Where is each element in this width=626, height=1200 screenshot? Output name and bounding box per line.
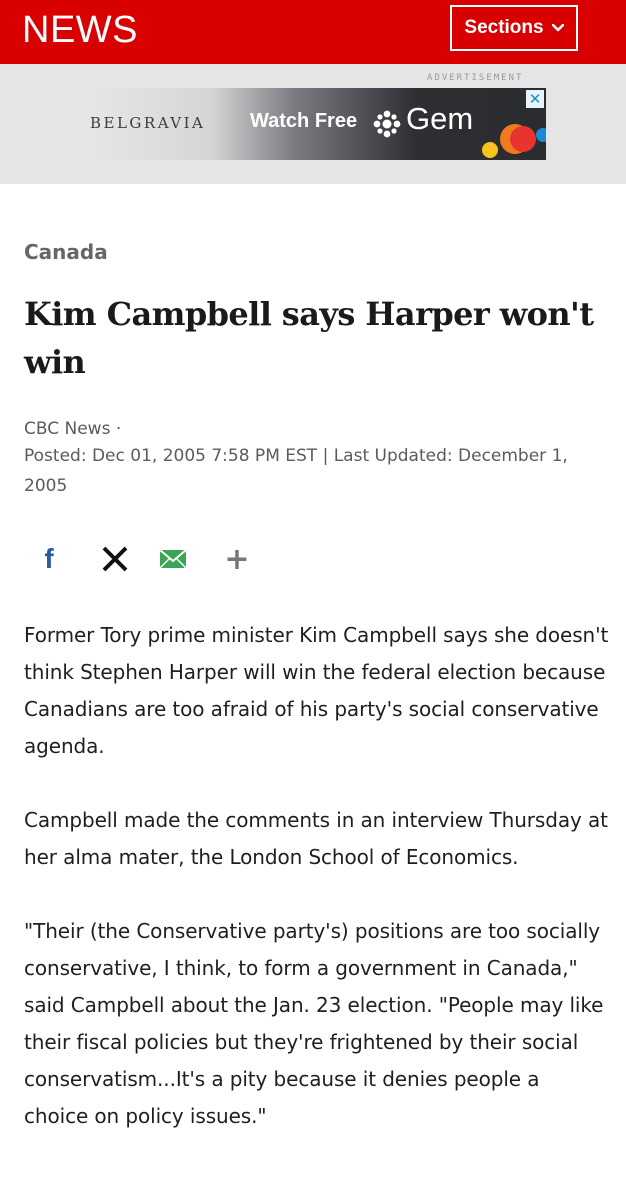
site-header: NEWS Sections bbox=[0, 0, 626, 64]
article-headline: Kim Campbell says Harper won't win bbox=[24, 295, 594, 381]
plus-icon[interactable]: + bbox=[224, 540, 250, 578]
ad-decor-dot bbox=[510, 126, 536, 152]
article-dates: Posted: Dec 01, 2005 7:58 PM EST | Last … bbox=[24, 446, 568, 496]
article-paragraph: Former Tory prime minister Kim Campbell … bbox=[24, 623, 609, 758]
x-icon[interactable] bbox=[98, 540, 132, 578]
sections-button[interactable]: Sections bbox=[450, 5, 578, 51]
advertisement-label: ADVERTISEMENT bbox=[427, 73, 524, 83]
facebook-icon[interactable]: f bbox=[34, 540, 64, 578]
ad-watch-free-text: Watch Free bbox=[250, 110, 358, 132]
ad-belgravia-text: BELGRAVIA bbox=[90, 114, 206, 132]
article-paragraph: Campbell made the comments in an intervi… bbox=[24, 808, 608, 869]
close-icon[interactable]: ✕ bbox=[526, 90, 544, 108]
chevron-down-icon bbox=[551, 24, 564, 32]
sections-label: Sections bbox=[464, 17, 544, 38]
share-bar: f + bbox=[34, 540, 274, 580]
ad-gem-text: Gem bbox=[406, 101, 474, 136]
article-body: Former Tory prime minister Kim Campbell … bbox=[24, 617, 609, 1172]
ad-decor-dot bbox=[536, 128, 546, 142]
cbc-gem-icon bbox=[373, 110, 401, 138]
article-paragraph: "Their (the Conservative party's) positi… bbox=[24, 919, 604, 1128]
article-category[interactable]: Canada bbox=[24, 240, 108, 264]
news-logo[interactable]: NEWS bbox=[22, 8, 138, 52]
email-icon[interactable] bbox=[158, 540, 188, 578]
ad-decor-dot bbox=[482, 142, 498, 158]
article-source: CBC News · bbox=[24, 419, 122, 439]
advertisement-band: ADVERTISEMENT BELGRAVIA Watch Free Gem ✕ bbox=[0, 64, 626, 184]
advertisement-banner[interactable]: BELGRAVIA Watch Free Gem ✕ bbox=[80, 88, 546, 160]
